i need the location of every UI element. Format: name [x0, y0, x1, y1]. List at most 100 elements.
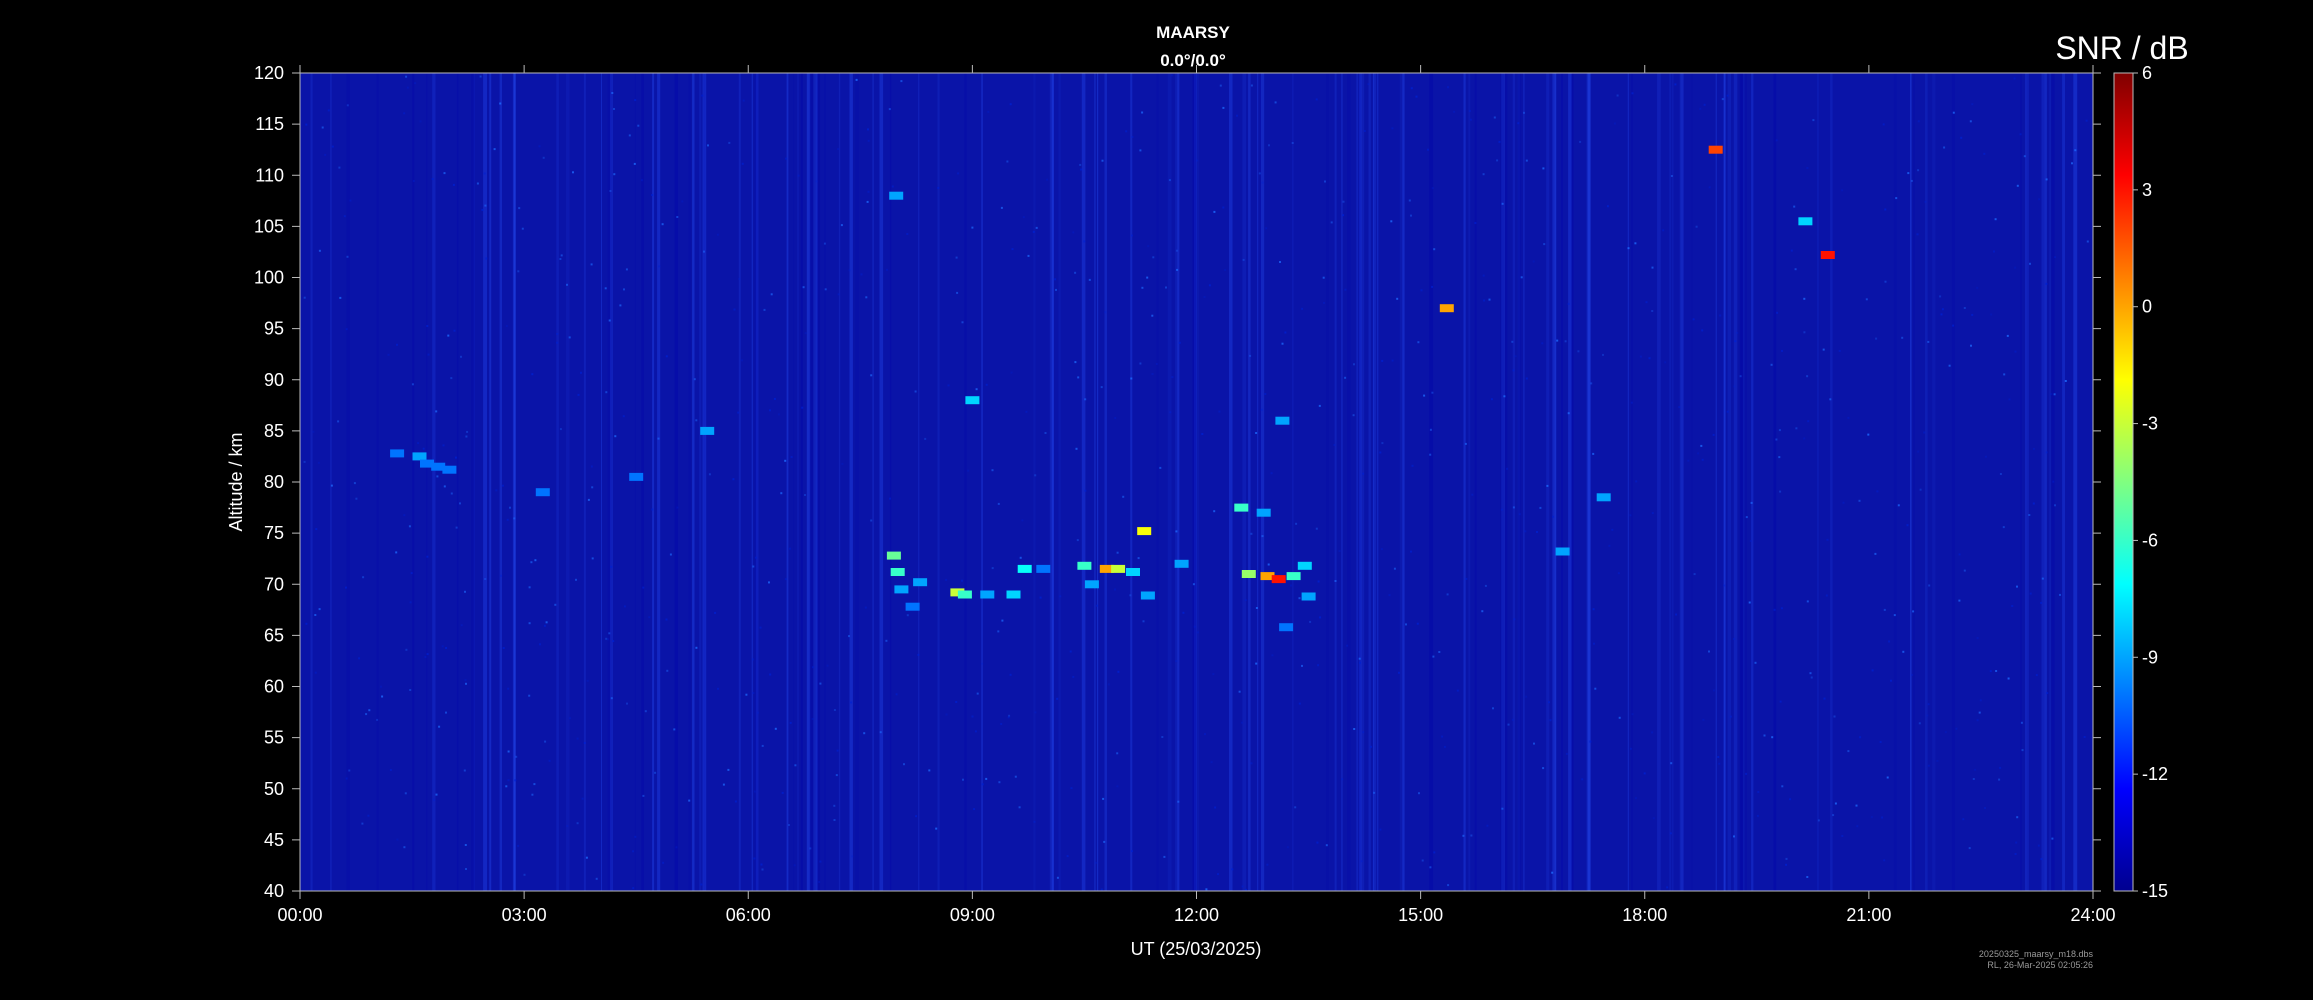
noise-speck: [961, 321, 964, 324]
noise-speck: [1552, 515, 1555, 518]
noise-speck: [528, 622, 531, 625]
echo-point: [1286, 572, 1301, 581]
noise-speck: [985, 777, 988, 780]
noise-speck: [435, 410, 438, 413]
noise-speck: [637, 124, 640, 127]
noise-speck: [840, 224, 843, 227]
noise-speck: [1565, 752, 1568, 755]
noise-speck: [754, 556, 757, 559]
noise-speck: [1927, 764, 1930, 767]
noise-speck: [1169, 411, 1172, 414]
noise-speck: [623, 605, 626, 608]
noise-streak: [751, 73, 753, 891]
noise-speck: [1736, 331, 1739, 334]
noise-speck: [1171, 74, 1173, 77]
noise-speck: [1733, 637, 1736, 640]
noise-speck: [947, 384, 950, 387]
noise-speck: [707, 144, 709, 147]
noise-speck: [1775, 438, 1778, 441]
noise-speck: [1806, 167, 1809, 169]
noise-speck: [1417, 341, 1420, 344]
noise-speck: [734, 800, 737, 803]
noise-speck: [1999, 473, 2002, 475]
noise-speck: [507, 687, 510, 690]
noise-speck: [575, 578, 577, 581]
noise-speck: [1750, 501, 1753, 504]
noise-speck: [961, 579, 963, 582]
noise-streak: [1893, 73, 1897, 891]
noise-speck: [1415, 95, 1418, 98]
noise-speck: [464, 844, 467, 846]
noise-speck: [1700, 444, 1703, 447]
noise-speck: [1056, 697, 1059, 700]
noise-streak: [738, 73, 741, 891]
noise-speck: [865, 296, 868, 299]
noise-speck: [774, 727, 777, 730]
noise-speck: [1205, 888, 1208, 891]
noise-streak: [1468, 73, 1471, 891]
noise-speck: [759, 626, 762, 629]
noise-streak: [692, 73, 695, 891]
noise-speck: [633, 162, 636, 165]
noise-speck: [1539, 506, 1542, 509]
noise-speck: [1723, 584, 1726, 587]
noise-speck: [1542, 167, 1545, 170]
noise-speck: [1874, 552, 1877, 555]
noise-speck: [1274, 101, 1277, 104]
noise-speck: [566, 825, 569, 827]
noise-speck: [752, 565, 755, 568]
noise-speck: [1634, 242, 1637, 245]
noise-speck: [1315, 527, 1318, 530]
noise-speck: [833, 709, 836, 711]
noise-speck: [1059, 595, 1062, 598]
noise-speck: [1962, 818, 1965, 821]
noise-speck: [349, 199, 352, 202]
y-tick-label: 95: [264, 319, 284, 339]
noise-speck: [1443, 745, 1446, 748]
noise-speck: [1322, 276, 1325, 279]
noise-streak: [566, 73, 570, 891]
noise-speck: [433, 798, 436, 801]
noise-speck: [464, 679, 467, 682]
noise-speck: [987, 110, 990, 113]
noise-speck: [315, 528, 318, 531]
chart-subtitle: 0.0°/0.0°: [1160, 51, 1226, 70]
noise-speck: [722, 783, 725, 786]
noise-speck: [1739, 375, 1742, 378]
noise-speck: [1219, 84, 1222, 87]
noise-speck: [1142, 620, 1145, 623]
noise-speck: [1701, 329, 1704, 332]
noise-speck: [1651, 266, 1654, 269]
echo-point: [1820, 251, 1835, 259]
noise-speck: [1261, 535, 1264, 538]
noise-speck: [559, 428, 562, 431]
noise-speck: [1952, 324, 1955, 327]
noise-speck: [405, 75, 408, 78]
noise-speck: [1176, 268, 1179, 271]
noise-speck: [1131, 234, 1133, 237]
noise-speck: [745, 693, 748, 696]
noise-speck: [1141, 111, 1144, 114]
noise-speck: [419, 120, 422, 123]
noise-speck: [2007, 677, 2010, 680]
noise-streak: [2044, 73, 2047, 891]
noise-speck: [1901, 336, 1904, 339]
noise-speck: [1963, 569, 1966, 572]
noise-speck: [651, 508, 654, 511]
noise-streak: [1463, 73, 1466, 891]
noise-speck: [1979, 699, 1982, 702]
noise-speck: [945, 713, 948, 716]
noise-speck: [1139, 149, 1142, 152]
noise-speck: [438, 725, 441, 728]
noise-speck: [495, 489, 498, 492]
noise-speck: [1662, 229, 1665, 232]
noise-speck: [427, 353, 430, 356]
noise-speck: [753, 790, 756, 793]
noise-speck: [906, 614, 909, 617]
noise-speck: [1548, 701, 1550, 704]
noise-speck: [1362, 731, 1365, 734]
noise-speck: [1995, 670, 1998, 672]
echo-point: [957, 590, 972, 599]
noise-speck: [1084, 489, 1087, 492]
noise-speck: [1342, 214, 1345, 217]
